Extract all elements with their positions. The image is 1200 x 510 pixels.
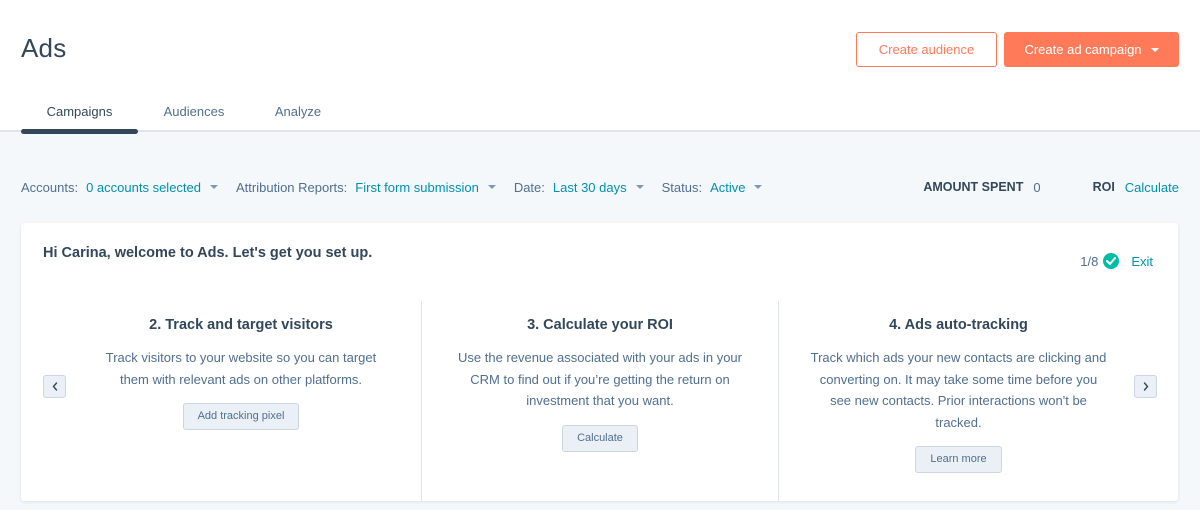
- step-title: 3. Calculate your ROI: [527, 317, 673, 333]
- create-ad-campaign-button[interactable]: Create ad campaign: [1004, 32, 1179, 67]
- attribution-dropdown[interactable]: First form submission: [355, 180, 496, 195]
- accounts-filter: Accounts: 0 accounts selected: [21, 180, 218, 195]
- date-dropdown-value: Last 30 days: [552, 179, 627, 195]
- date-filter: Date: Last 30 days: [514, 180, 644, 195]
- carousel-prev-button[interactable]: [43, 375, 66, 398]
- amount-spent-value: 0: [1033, 179, 1041, 195]
- create-audience-label: Create audience: [878, 42, 975, 57]
- tab-audiences[interactable]: Audiences: [138, 96, 250, 132]
- accounts-dropdown[interactable]: 0 accounts selected: [86, 180, 218, 195]
- calculate-button[interactable]: Calculate: [562, 424, 638, 452]
- attribution-filter: Attribution Reports: First form submissi…: [236, 180, 496, 195]
- filter-bar: Accounts: 0 accounts selected Attributio…: [21, 178, 1179, 196]
- attribution-dropdown-value: First form submission: [355, 179, 479, 195]
- caret-down-icon: [487, 185, 496, 189]
- status-dropdown[interactable]: Active: [710, 179, 763, 195]
- tab-campaigns[interactable]: Campaigns: [21, 96, 138, 134]
- add-tracking-pixel-button[interactable]: Add tracking pixel: [182, 403, 300, 430]
- tab-label: Analyze: [274, 104, 322, 119]
- create-audience-button[interactable]: Create audience: [856, 32, 997, 67]
- step-title: 2. Track and target visitors: [149, 317, 333, 333]
- step-card: 3. Calculate your ROI Use the revenue as…: [421, 301, 778, 501]
- attribution-filter-label: Attribution Reports:: [236, 179, 348, 195]
- accounts-filter-label: Accounts:: [21, 179, 79, 195]
- status-filter-label: Status:: [661, 179, 703, 195]
- carousel-next-button[interactable]: [1134, 375, 1157, 398]
- status-filter: Status: Active: [662, 180, 763, 195]
- chevron-left-icon: [52, 382, 57, 391]
- roi-calculate-link[interactable]: Calculate: [1125, 180, 1179, 195]
- date-filter-label: Date:: [513, 179, 545, 195]
- date-dropdown[interactable]: Last 30 days: [553, 180, 644, 195]
- page-title: Ads: [21, 33, 67, 63]
- tab-label: Campaigns: [46, 104, 113, 119]
- tab-label: Audiences: [163, 104, 225, 119]
- learn-more-button[interactable]: Learn more: [915, 446, 1002, 473]
- create-ad-campaign-label: Create ad campaign: [1024, 42, 1142, 57]
- metrics-summary: AMOUNT SPENT 0 ROI Calculate: [923, 180, 1179, 195]
- step-card: 2. Track and target visitors Track visit…: [21, 301, 421, 501]
- onboarding-card: Hi Carina, welcome to Ads. Let's get you…: [21, 223, 1178, 501]
- check-circle-icon: [1103, 253, 1120, 269]
- caret-down-icon: [210, 185, 218, 189]
- onboarding-steps: 2. Track and target visitors Track visit…: [21, 301, 1178, 501]
- amount-spent-label: AMOUNT SPENT: [923, 180, 1024, 194]
- caret-down-icon: [635, 185, 644, 189]
- chevron-right-icon: [1143, 382, 1148, 391]
- step-card: 4. Ads auto-tracking Track which ads you…: [778, 301, 1178, 501]
- caret-down-icon: [1150, 47, 1159, 52]
- caret-down-icon: [754, 185, 763, 189]
- onboarding-progress: 1/8 Exit: [1080, 253, 1153, 269]
- step-description: Track which ads your new contacts are cl…: [810, 350, 1107, 430]
- welcome-heading: Hi Carina, welcome to Ads. Let's get you…: [43, 245, 373, 261]
- exit-link[interactable]: Exit: [1131, 254, 1153, 269]
- accounts-dropdown-value: 0 accounts selected: [86, 179, 201, 195]
- step-title: 4. Ads auto-tracking: [889, 317, 1028, 333]
- progress-count: 1/8: [1080, 253, 1099, 269]
- step-description: Use the revenue associated with your ads…: [458, 350, 742, 408]
- tab-bar: Campaigns Audiences Analyze: [21, 96, 346, 134]
- step-description: Track visitors to your website so you ca…: [105, 350, 377, 387]
- status-dropdown-value: Active: [710, 179, 746, 195]
- page-header: Ads Create audience Create ad campaign C…: [0, 0, 1200, 134]
- roi-label: ROI: [1092, 180, 1115, 194]
- tab-analyze[interactable]: Analyze: [250, 96, 346, 132]
